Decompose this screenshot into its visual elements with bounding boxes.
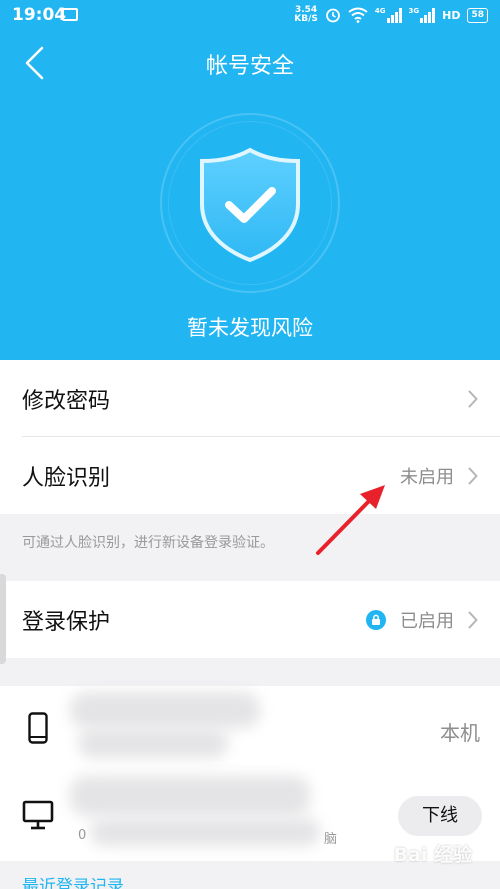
image-notification-icon [62, 8, 78, 21]
edge-handle[interactable] [0, 574, 6, 664]
phone-icon [28, 712, 48, 744]
login-protection-status: 已启用 [400, 610, 454, 632]
device-name-blurred [70, 692, 260, 728]
shield-check-icon [200, 147, 300, 263]
hd-badge: HD [442, 8, 461, 22]
battery-icon: 58 [467, 7, 488, 23]
header: 19:04 3.54 KB/S 4G 3G HD 58 帐号安全 暂未发现风险 [0, 0, 500, 360]
page-title: 帐号安全 [205, 54, 294, 79]
login-protection-right: 已启用 [366, 581, 478, 658]
change-password-right [468, 360, 478, 437]
security-status-text: 暂未发现风险 [187, 316, 313, 340]
chevron-right-icon [468, 467, 478, 484]
chevron-right-icon [468, 611, 478, 628]
face-recognition-row[interactable]: 人脸识别 未启用 [0, 437, 500, 514]
device-name-blurred [70, 776, 310, 816]
face-recognition-label: 人脸识别 [22, 465, 111, 491]
offline-button[interactable]: 下线 [398, 796, 482, 836]
login-protection-group: 登录保护 已启用 [0, 581, 500, 658]
network-3g-label: 3G [408, 7, 420, 15]
device-info-fragment: 脑 [324, 832, 338, 847]
lock-icon [366, 609, 386, 630]
status-time: 19:04 [12, 5, 67, 25]
net-speed-unit: KB/S [294, 14, 318, 24]
signal-3g-icon: 3G [409, 7, 436, 23]
wifi-icon [348, 7, 368, 23]
login-protection-label: 登录保护 [22, 609, 111, 635]
alarm-icon [325, 8, 340, 23]
change-password-row[interactable]: 修改密码 [0, 360, 500, 437]
security-settings-group: 修改密码 人脸识别 未启用 [0, 360, 500, 514]
desktop-icon [22, 800, 54, 830]
device-info-blurred [78, 728, 228, 758]
device-info-fragment: 0 [78, 828, 87, 843]
face-recognition-status: 未启用 [400, 466, 454, 488]
status-bar: 19:04 3.54 KB/S 4G 3G HD 58 [0, 0, 500, 30]
device-info-blurred [90, 818, 320, 846]
current-device-label: 本机 [440, 721, 480, 745]
face-recognition-right: 未启用 [400, 437, 478, 514]
face-recognition-hint: 可通过人脸识别，进行新设备登录验证。 [22, 535, 274, 551]
change-password-label: 修改密码 [22, 388, 111, 414]
watermark-logo: Bai 经验 [393, 844, 472, 866]
status-indicators: 3.54 KB/S 4G 3G HD 58 [294, 6, 488, 24]
net-speed: 3.54 KB/S [294, 6, 318, 24]
login-protection-row[interactable]: 登录保护 已启用 [0, 581, 500, 658]
signal-4g-icon: 4G [375, 7, 402, 23]
chevron-right-icon [468, 390, 478, 407]
login-devices-group: 本机 0 脑 下线 [0, 686, 500, 861]
network-4g-label: 4G [374, 7, 386, 15]
recent-login-link[interactable]: 最近登录记录... [22, 872, 140, 889]
